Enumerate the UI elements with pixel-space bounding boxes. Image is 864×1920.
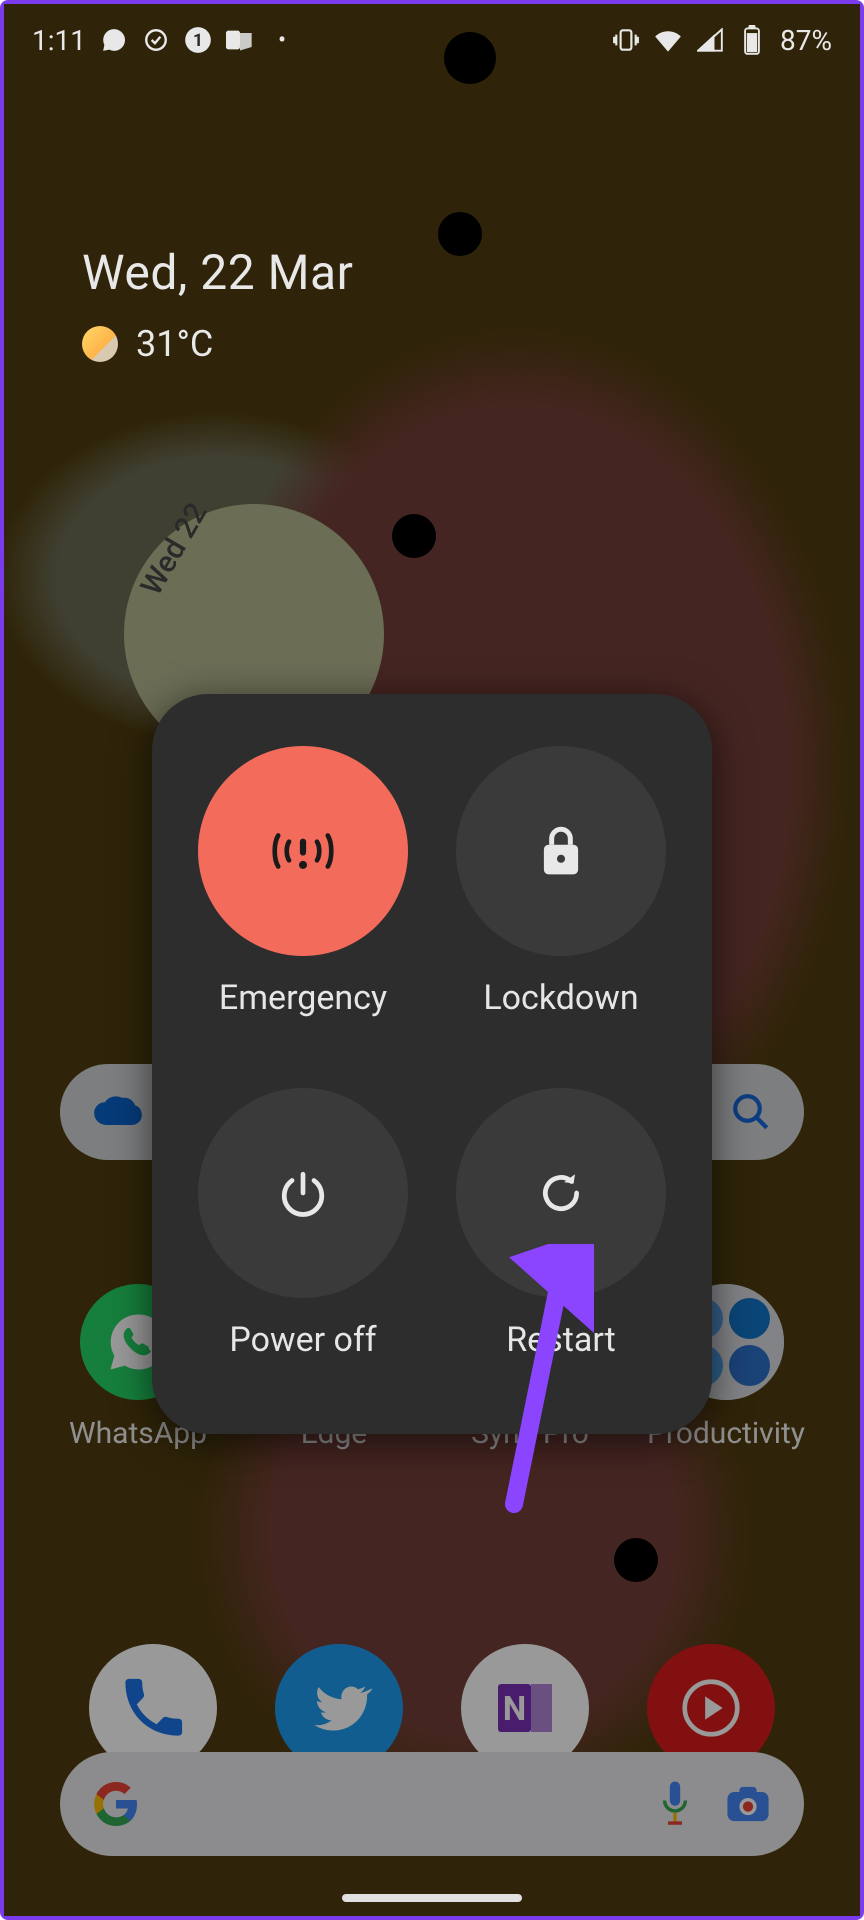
date-text: Wed, 22 Mar [82, 244, 353, 301]
statusbar-time: 1:11 [32, 24, 86, 57]
lock-icon [456, 746, 666, 956]
svg-text:1: 1 [193, 31, 203, 51]
notif-1-icon: 1 [184, 26, 212, 54]
lockdown-label: Lockdown [483, 978, 638, 1018]
emergency-label: Emergency [219, 978, 387, 1018]
phone-icon [117, 1672, 189, 1744]
restart-button[interactable]: Restart [446, 1088, 676, 1390]
status-bar: 1:11 1 • 87% [4, 4, 860, 76]
restart-label: Restart [506, 1320, 616, 1360]
signal-icon [696, 26, 724, 54]
gesture-nav-handle[interactable] [342, 1894, 522, 1902]
twitter-icon [306, 1675, 372, 1741]
weather-icon [82, 326, 118, 362]
vibrate-icon [612, 26, 640, 54]
wallpaper-dot [392, 514, 436, 558]
battery-icon [738, 26, 766, 54]
outlook-icon [226, 26, 254, 54]
temperature-text: 31°C [136, 323, 213, 365]
power-off-label: Power off [229, 1320, 376, 1360]
camera-icon[interactable] [724, 1782, 772, 1826]
svg-text:N: N [503, 1690, 526, 1729]
emergency-button[interactable]: Emergency [188, 746, 418, 1048]
emergency-icon [198, 746, 408, 956]
google-search-bar[interactable] [60, 1752, 804, 1856]
at-a-glance-widget[interactable]: Wed, 22 Mar 31°C [82, 244, 353, 365]
power-icon [198, 1088, 408, 1298]
wallpaper-dot [438, 212, 482, 256]
battery-text: 87% [780, 24, 832, 57]
power-off-button[interactable]: Power off [188, 1088, 418, 1390]
ytmusic-icon [676, 1673, 746, 1743]
more-dot-icon: • [268, 26, 296, 54]
restart-icon [456, 1088, 666, 1298]
power-menu: Emergency Lockdown Power off Restart [152, 694, 712, 1434]
google-logo-icon [92, 1780, 140, 1828]
sync-icon [142, 26, 170, 54]
onedrive-icon [92, 1094, 144, 1130]
mic-icon[interactable] [654, 1778, 696, 1830]
lockdown-button[interactable]: Lockdown [446, 746, 676, 1048]
search-icon [730, 1091, 772, 1133]
wallpaper-dot [614, 1538, 658, 1582]
chat-icon [100, 26, 128, 54]
wifi-icon [654, 26, 682, 54]
onenote-icon: N [489, 1672, 561, 1744]
